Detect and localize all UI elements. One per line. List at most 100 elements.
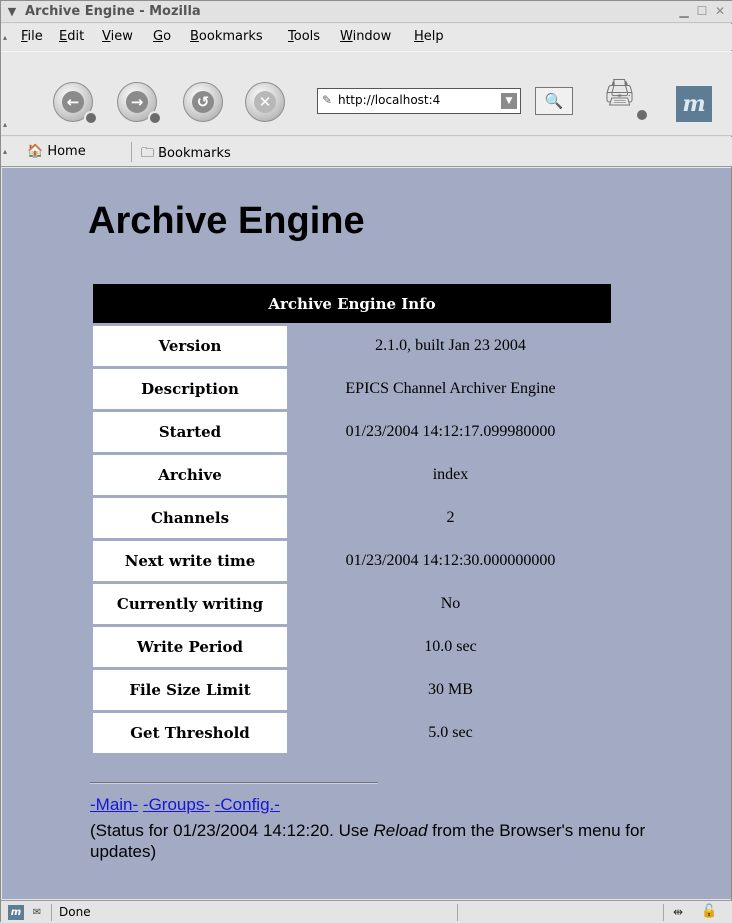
menu-bookmarks-label: ookmarks (198, 29, 263, 44)
status-divider (457, 904, 458, 921)
row-label: Started (93, 412, 287, 452)
bookmarks-button[interactable]: 🗀 Bookmarks (141, 144, 231, 166)
row-label: Version (93, 326, 287, 366)
window-title: Archive Engine - Mozilla (25, 4, 201, 19)
table-row: Description EPICS Channel Archiver Engin… (93, 369, 611, 409)
print-dropdown-icon[interactable] (635, 108, 649, 122)
horizontal-rule (90, 782, 378, 784)
forward-arrow-icon: → (126, 91, 148, 113)
navbar-grip-icon[interactable]: ▴ (3, 120, 13, 129)
footer-nav: -Main- -Groups- -Config.- (90, 795, 280, 815)
window-menu-icon[interactable]: ▼ (3, 3, 21, 20)
mozilla-logo[interactable]: m (676, 86, 712, 122)
print-button[interactable]: 🖨 (603, 78, 649, 122)
url-dropdown-icon[interactable]: ▼ (501, 93, 517, 109)
mail-icon[interactable]: ✉ (29, 905, 45, 920)
menu-help[interactable]: Help (414, 29, 444, 44)
row-label: Description (93, 369, 287, 409)
row-value: 01/23/2004 14:12:17.099980000 (345, 423, 556, 440)
menu-view-label: iew (110, 29, 133, 44)
info-table: Archive Engine Info Version 2.1.0, built… (90, 281, 614, 756)
menu-edit-label: dit (67, 29, 85, 44)
minimize-icon[interactable]: ▁ (677, 4, 691, 18)
row-value: 2.1.0, built Jan 23 2004 (375, 337, 526, 354)
menu-bookmarks-key: B (190, 29, 199, 44)
search-icon: 🔍 (544, 92, 564, 110)
table-row: Channels 2 (93, 498, 611, 538)
menu-file-label: ile (27, 29, 43, 44)
menu-window-label: indow (352, 29, 392, 44)
menu-go[interactable]: Go (153, 29, 171, 44)
menu-go-key: G (153, 29, 164, 44)
row-label: Next write time (93, 541, 287, 581)
table-row: Next write time 01/23/2004 14:12:30.0000… (93, 541, 611, 581)
row-label: File Size Limit (93, 670, 287, 710)
row-value: 10.0 sec (424, 638, 477, 655)
page-content: Archive Engine Archive Engine Info Versi… (2, 168, 731, 899)
toolbar-separator (131, 142, 132, 162)
url-bar[interactable]: ✎ http://localhost:4 ▼ (317, 88, 521, 114)
menu-window-key: W (340, 29, 353, 44)
online-status-icon[interactable]: ⇹ (673, 905, 683, 919)
menu-help-label: elp (423, 29, 444, 44)
stop-button[interactable]: ✕ (245, 82, 285, 122)
reload-icon: ↺ (192, 91, 214, 113)
back-arrow-icon: ← (62, 91, 84, 113)
table-row: Currently writing No (93, 584, 611, 624)
close-icon[interactable]: ✕ (713, 4, 727, 18)
back-button[interactable]: ← (53, 82, 98, 125)
row-value: EPICS Channel Archiver Engine (345, 380, 556, 397)
menu-view-key: V (102, 29, 111, 44)
status-message: Done (59, 905, 91, 919)
stop-icon: ✕ (254, 91, 276, 113)
link-main[interactable]: -Main- (90, 795, 138, 814)
menubar-grip-icon[interactable]: ▴ (3, 33, 13, 42)
mozilla-status-icon[interactable]: m (8, 905, 24, 920)
menu-edit-key: E (59, 29, 68, 44)
menu-bookmarks[interactable]: Bookmarks (190, 29, 263, 44)
link-config[interactable]: -Config.- (215, 795, 280, 814)
table-row: Version 2.1.0, built Jan 23 2004 (93, 326, 611, 366)
reload-button[interactable]: ↺ (183, 82, 223, 122)
personal-toolbar: ▴ 🏠 Home 🗀 Bookmarks (1, 137, 732, 167)
row-label: Currently writing (93, 584, 287, 624)
menu-window[interactable]: Window (340, 29, 391, 44)
back-history-dropdown-icon[interactable] (84, 111, 98, 125)
row-label: Channels (93, 498, 287, 538)
ptoolbar-grip-icon[interactable]: ▴ (3, 147, 13, 156)
row-value: 2 (446, 509, 455, 526)
url-text[interactable]: http://localhost:4 (338, 93, 440, 107)
home-button[interactable]: 🏠 Home (27, 144, 86, 159)
status-note-reload: Reload (373, 821, 428, 840)
menu-bar: ▴ File Edit View Go Bookmarks Tools Wind… (1, 24, 732, 50)
forward-history-dropdown-icon[interactable] (148, 111, 162, 125)
menu-view[interactable]: View (102, 29, 133, 44)
link-groups[interactable]: -Groups- (143, 795, 210, 814)
menu-file[interactable]: File (21, 29, 43, 44)
table-row: File Size Limit 30 MB (93, 670, 611, 710)
row-label: Get Threshold (93, 713, 287, 753)
print-icon: 🖨 (603, 78, 637, 108)
table-row: Get Threshold 5.0 sec (93, 713, 611, 753)
status-bar: m ✉ Done ⇹ 🔓 (1, 900, 732, 923)
maximize-icon[interactable]: ☐ (695, 4, 709, 18)
menu-go-label: o (163, 29, 172, 44)
status-divider (51, 904, 52, 921)
search-button[interactable]: 🔍 (535, 87, 573, 115)
table-row: Started 01/23/2004 14:12:17.099980000 (93, 412, 611, 452)
menu-tools[interactable]: Tools (288, 29, 320, 44)
title-bar: ▼ Archive Engine - Mozilla ▁ ☐ ✕ (1, 1, 732, 23)
page-title: Archive Engine (88, 200, 365, 242)
row-value: 5.0 sec (428, 724, 473, 741)
menu-edit[interactable]: Edit (59, 29, 84, 44)
forward-button[interactable]: → (117, 82, 162, 125)
info-table-caption: Archive Engine Info (93, 284, 611, 323)
browser-window: ▼ Archive Engine - Mozilla ▁ ☐ ✕ ▴ File … (0, 0, 732, 923)
row-value: 30 MB (428, 681, 473, 698)
page-proxy-icon: ✎ (322, 93, 333, 107)
status-note-text: (Status for 01/23/2004 14:12:20. Use (90, 821, 374, 840)
security-lock-icon[interactable]: 🔓 (701, 904, 717, 919)
menu-help-key: H (414, 29, 424, 44)
row-value: No (440, 595, 461, 612)
menu-tools-label: ools (293, 29, 321, 44)
